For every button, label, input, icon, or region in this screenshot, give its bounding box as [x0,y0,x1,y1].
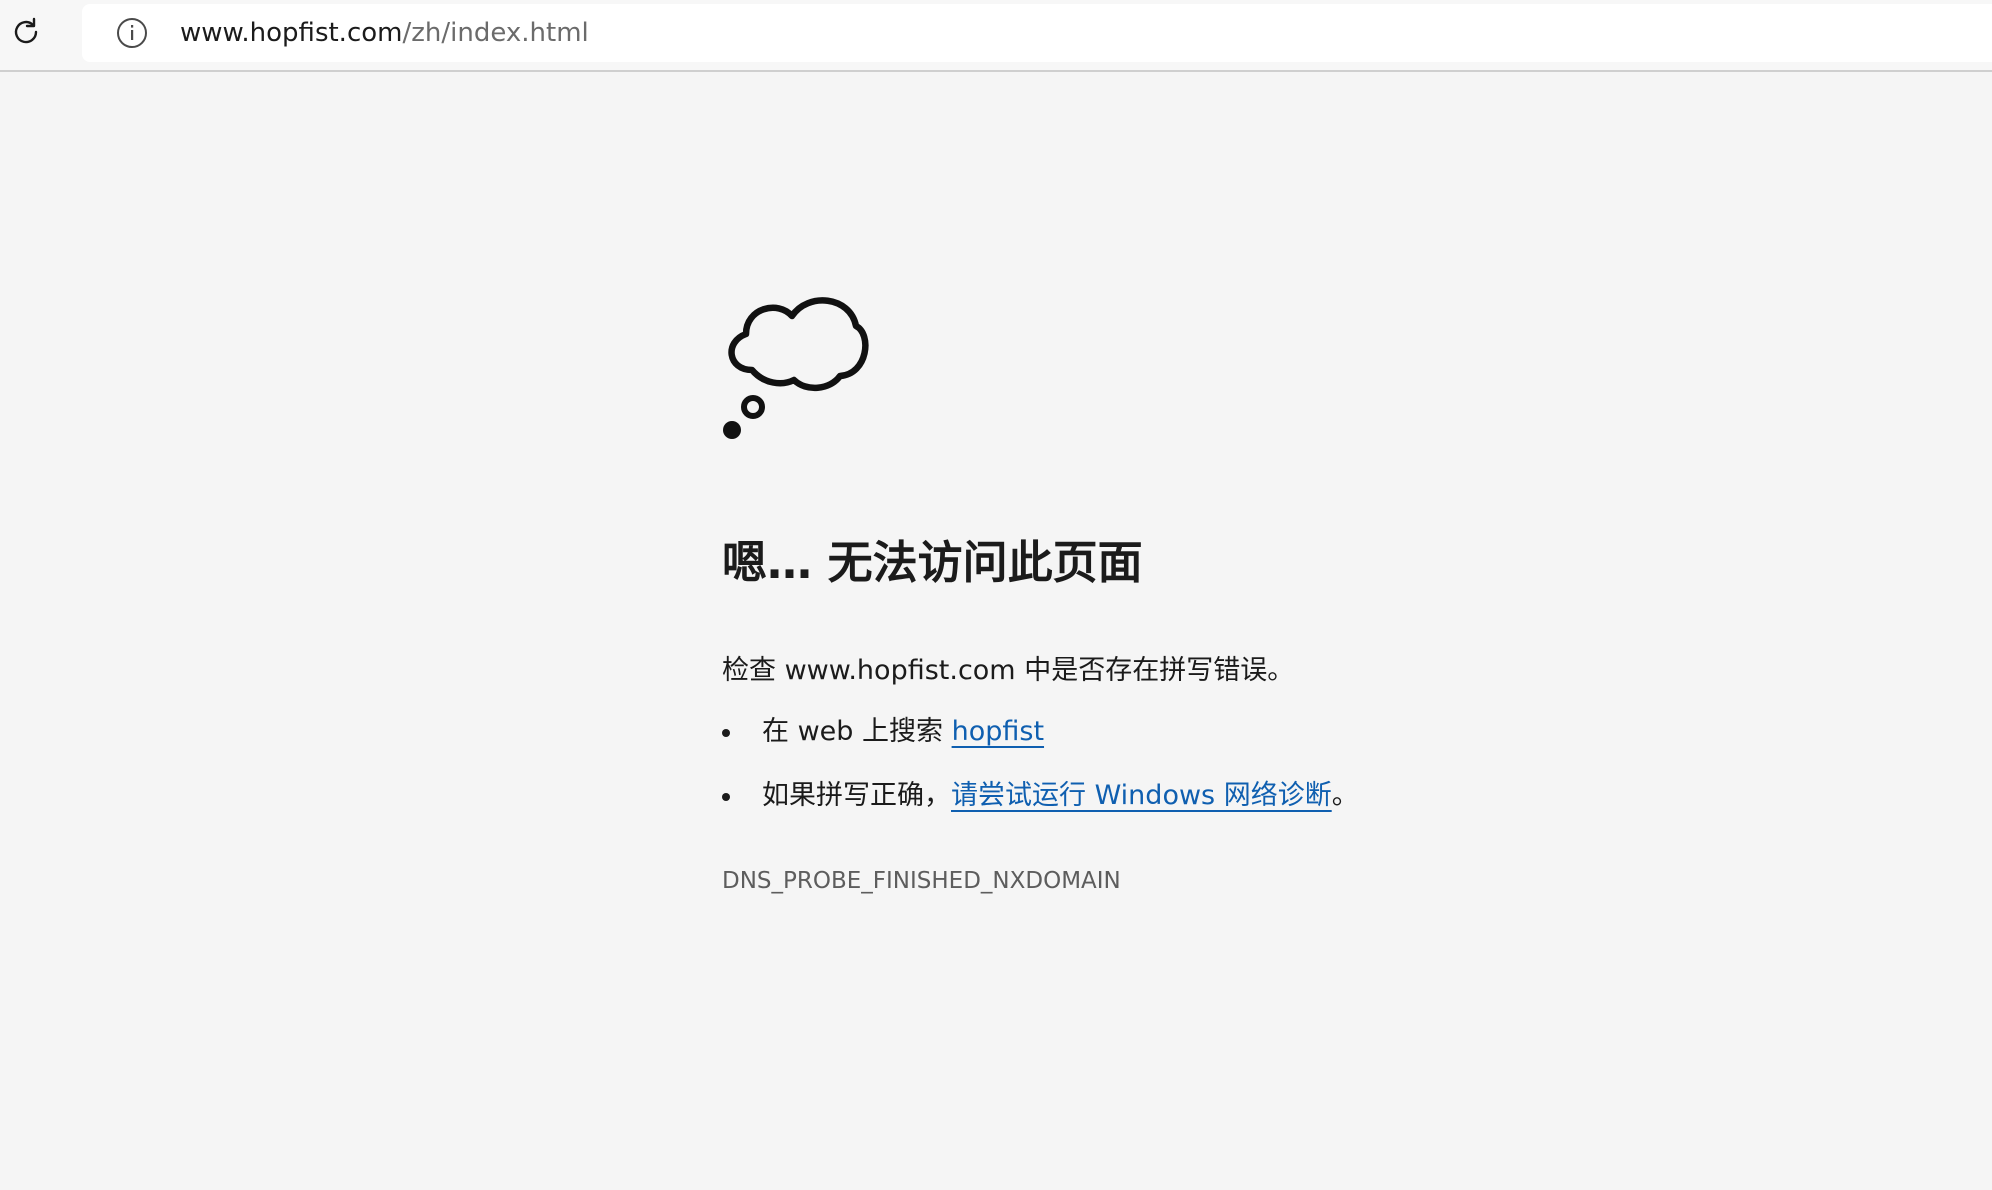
spelling-check-text: 检查 www.hopfist.com 中是否存在拼写错误。 [722,655,1295,686]
url-text[interactable]: www.hopfist.com/zh/index.html [180,4,589,62]
suggestion-suffix: 。 [1331,780,1359,811]
reload-button[interactable] [8,14,44,50]
error-code: DNS_PROBE_FINISHED_NXDOMAIN [722,868,1121,894]
page-title: 嗯… 无法访问此页面 [722,536,1143,589]
suggestion-prefix: 在 web 上搜索 [762,716,952,747]
suggestion-network-diagnostics: 如果拼写正确，请尝试运行 Windows 网络诊断。 [722,774,1359,838]
url-path: /zh/index.html [402,18,589,48]
search-web-link[interactable]: hopfist [952,716,1044,747]
address-bar[interactable]: www.hopfist.com/zh/index.html [82,4,1992,62]
bullet-icon [722,729,730,737]
suggestion-search-web: 在 web 上搜索 hopfist [722,710,1359,774]
browser-toolbar: www.hopfist.com/zh/index.html [0,0,1992,72]
suggestion-list: 在 web 上搜索 hopfist 如果拼写正确，请尝试运行 Windows 网… [722,710,1359,838]
suggestion-prefix: 如果拼写正确， [762,780,951,811]
url-host: www.hopfist.com [180,18,403,48]
thought-cloud-icon [723,297,869,439]
bullet-icon [722,793,730,801]
info-icon[interactable] [116,17,148,49]
network-diagnostics-link[interactable]: 请尝试运行 Windows 网络诊断 [951,780,1332,811]
reload-icon [14,17,38,44]
